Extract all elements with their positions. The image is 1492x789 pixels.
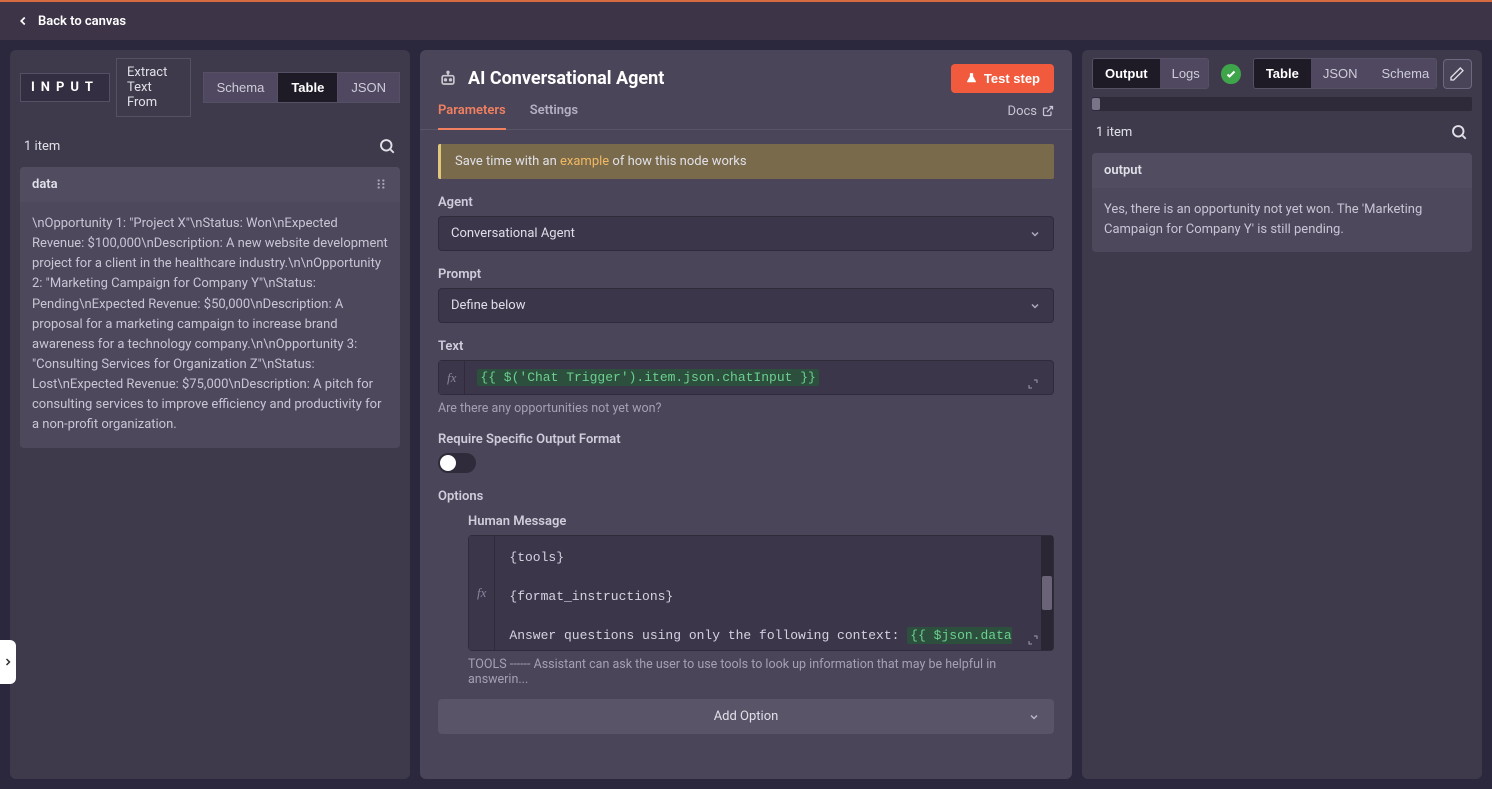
- input-card-body: \nOpportunity 1: "Project X"\nStatus: Wo…: [20, 202, 400, 448]
- tab-parameters[interactable]: Parameters: [438, 103, 506, 130]
- scrollbar[interactable]: [1041, 536, 1053, 650]
- input-source-node-link[interactable]: Extract Text From: [116, 58, 191, 117]
- agent-label: Agent: [438, 195, 1054, 210]
- chevron-down-icon: [1029, 228, 1041, 240]
- tab-out-schema[interactable]: Schema: [1369, 59, 1436, 88]
- agent-select[interactable]: Conversational Agent: [438, 216, 1054, 251]
- pencil-icon: [1449, 66, 1465, 82]
- output-card-body: Yes, there is an opportunity not yet won…: [1092, 188, 1472, 252]
- docs-link[interactable]: Docs: [1008, 104, 1054, 129]
- expand-icon[interactable]: [1027, 378, 1039, 390]
- add-option-button[interactable]: Add Option: [438, 699, 1054, 734]
- fx-icon: fx: [439, 361, 465, 394]
- edit-button[interactable]: [1443, 59, 1472, 89]
- test-step-label: Test step: [984, 71, 1040, 86]
- node-title: AI Conversational Agent: [468, 68, 664, 89]
- side-handle[interactable]: [0, 640, 16, 684]
- input-card-title: data: [32, 177, 58, 192]
- hint-post: of how this node works: [609, 154, 746, 169]
- arrow-left-icon: [16, 14, 30, 28]
- bot-icon: [438, 69, 458, 89]
- chevron-down-icon: [1028, 711, 1040, 723]
- tab-schema[interactable]: Schema: [203, 72, 279, 103]
- tab-output[interactable]: Output: [1093, 59, 1160, 88]
- prompt-label: Prompt: [438, 267, 1054, 282]
- req-format-label: Require Specific Output Format: [438, 432, 1054, 447]
- add-option-label: Add Option: [714, 709, 779, 724]
- req-format-toggle[interactable]: [438, 453, 476, 473]
- input-data-card: data \nOpportunity 1: "Project X"\nStatu…: [20, 167, 400, 448]
- search-icon[interactable]: [378, 137, 396, 155]
- external-link-icon: [1042, 105, 1054, 117]
- output-card: output Yes, there is an opportunity not …: [1092, 153, 1472, 252]
- flask-icon: [965, 72, 978, 85]
- input-title: INPUT: [20, 73, 110, 102]
- node-config-panel: AI Conversational Agent Test step Parame…: [420, 50, 1072, 779]
- tab-out-table[interactable]: Table: [1254, 59, 1311, 88]
- hint-pre: Save time with an: [455, 154, 560, 169]
- hm-line-2: {format_instructions}: [509, 585, 1039, 608]
- text-hint: Are there any opportunities not yet won?: [438, 401, 1054, 416]
- back-label: Back to canvas: [38, 14, 126, 29]
- success-badge: [1221, 64, 1240, 84]
- output-card-title: output: [1104, 163, 1142, 178]
- back-to-canvas-link[interactable]: Back to canvas: [16, 14, 126, 29]
- human-message-field[interactable]: fx {tools} {format_instructions} Answer …: [468, 535, 1054, 651]
- text-label: Text: [438, 339, 1054, 354]
- test-step-button[interactable]: Test step: [951, 64, 1054, 93]
- prompt-select[interactable]: Define below: [438, 288, 1054, 323]
- chevron-down-icon: [1029, 300, 1041, 312]
- options-label: Options: [438, 489, 1054, 504]
- tab-json[interactable]: JSON: [338, 72, 400, 103]
- tab-out-json[interactable]: JSON: [1311, 59, 1370, 88]
- hm-line-1: {tools}: [509, 546, 1039, 569]
- hm-line-3: Answer questions using only the followin…: [509, 624, 1039, 650]
- expand-icon[interactable]: [1027, 634, 1039, 646]
- drag-icon[interactable]: [374, 177, 388, 191]
- horizontal-scrollbar[interactable]: [1092, 97, 1472, 111]
- prompt-value: Define below: [451, 298, 525, 313]
- text-expression-value: {{ $('Chat Trigger').item.json.chatInput…: [477, 369, 818, 386]
- human-message-hint: TOOLS ------ Assistant can ask the user …: [468, 657, 1054, 687]
- chevron-right-icon: [2, 656, 14, 668]
- input-panel: INPUT Extract Text From Schema Table JSO…: [10, 50, 410, 779]
- example-hint-banner: Save time with an example of how this no…: [438, 144, 1054, 179]
- text-expression-field[interactable]: fx {{ $('Chat Trigger').item.json.chatIn…: [438, 360, 1054, 395]
- search-icon[interactable]: [1450, 123, 1468, 141]
- example-link[interactable]: example: [560, 154, 609, 169]
- input-item-count: 1 item: [24, 139, 60, 154]
- tab-table[interactable]: Table: [278, 72, 338, 103]
- tab-logs[interactable]: Logs: [1160, 59, 1210, 88]
- human-message-label: Human Message: [468, 514, 1054, 529]
- topbar: Back to canvas: [0, 0, 1492, 40]
- docs-label: Docs: [1008, 104, 1037, 119]
- output-item-count: 1 item: [1096, 125, 1132, 140]
- tab-settings[interactable]: Settings: [530, 103, 578, 129]
- fx-icon: fx: [469, 536, 495, 650]
- agent-value: Conversational Agent: [451, 226, 575, 241]
- check-icon: [1225, 68, 1237, 80]
- output-panel: Output Logs Table JSON Schema 1 item out…: [1082, 50, 1482, 779]
